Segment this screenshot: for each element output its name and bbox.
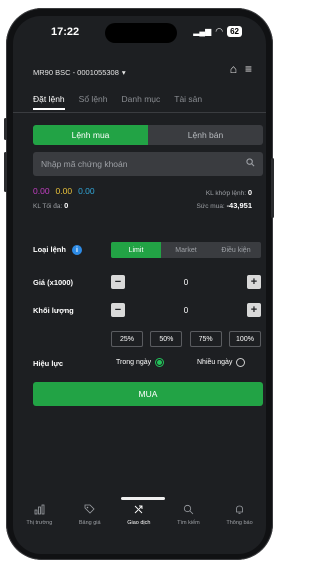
percent-25-button[interactable]: 25% (111, 331, 143, 347)
order-type-conditional[interactable]: Điều kiện (211, 242, 261, 258)
matched-volume-value: 0 (247, 188, 252, 197)
ceiling-price: 0.00 (33, 186, 50, 196)
search-icon (183, 504, 194, 515)
status-time: 17:22 (51, 26, 80, 38)
radio-unselected-icon[interactable] (236, 358, 246, 367)
tab-order-book[interactable]: Sổ lệnh (79, 94, 108, 110)
order-tabs: Đặt lệnh Sổ lệnh Danh mục Tài sản (33, 94, 202, 110)
info-icon[interactable]: i (72, 245, 83, 256)
trade-icon (135, 505, 143, 514)
buying-power: Sức mua: -43,951 (197, 201, 252, 210)
app-screen: 17:22 ▂▄▆ ◠ 62 MR90 BSC - 0001055308 ▾ ⌂… (13, 16, 266, 554)
volume-decrease-button[interactable]: − (111, 303, 125, 317)
max-volume-value: 0 (64, 201, 69, 210)
volume-value[interactable]: 0 (184, 306, 188, 315)
price-decrease-button[interactable]: − (111, 275, 125, 289)
buy-sell-toggle: Lệnh mua Lệnh bán (33, 125, 263, 145)
volume-stepper: − 0 + (111, 303, 261, 317)
nav-search-label: Tìm kiếm (177, 520, 200, 526)
buying-power-value: -43,951 (226, 201, 252, 210)
bottom-nav: Thị trường Bảng giá Giao dịch Tìm kiếm T… (13, 504, 266, 526)
tag-icon (84, 504, 95, 514)
phone-side-button (4, 118, 7, 140)
percent-50-button[interactable]: 50% (150, 331, 183, 347)
price-summary: 0.00 0.00 0.00 (33, 186, 95, 196)
max-volume: KL Tối đa: 0 (33, 201, 68, 210)
order-type-market[interactable]: Market (161, 242, 211, 258)
order-type-limit[interactable]: Limit (111, 242, 161, 258)
nav-market-label: Thị trường (26, 520, 53, 526)
phone-side-button (271, 158, 274, 218)
tab-assets[interactable]: Tài sản (174, 94, 202, 110)
menu-icon[interactable]: ≡ (245, 62, 252, 76)
status-bar: 17:22 ▂▄▆ ◠ 62 (13, 16, 266, 44)
buy-order-toggle[interactable]: Lệnh mua (33, 125, 148, 145)
nav-price-board-label: Bảng giá (78, 520, 101, 526)
signal-icon: ▂▄▆ (193, 27, 212, 36)
price-increase-button[interactable]: + (246, 275, 261, 289)
account-label: MR90 BSC - 0001055308 (33, 68, 119, 77)
validity-multiday-option[interactable]: Nhiều ngày (197, 358, 246, 367)
price-value[interactable]: 0 (184, 278, 188, 287)
price-stepper: − 0 + (111, 275, 261, 289)
percent-75-button[interactable]: 75% (189, 331, 222, 347)
percent-100-button[interactable]: 100% (228, 331, 261, 347)
volume-increase-button[interactable]: + (246, 303, 261, 317)
symbol-search-input[interactable]: Nhập mã chứng khoán (33, 152, 263, 176)
tab-place-order[interactable]: Đặt lệnh (33, 94, 65, 110)
validity-intraday-label: Trong ngày (116, 359, 152, 366)
floor-price: 0.00 (78, 186, 95, 196)
order-type-selector: Limit Market Điều kiện (111, 242, 261, 258)
order-type-label: Loại lệnh i (33, 245, 83, 256)
chart-icon (34, 504, 45, 515)
buying-power-label: Sức mua: (196, 203, 225, 210)
validity-intraday-option[interactable]: Trong ngày (116, 358, 165, 367)
nav-search[interactable]: Tìm kiếm (177, 504, 200, 526)
max-volume-label: KL Tối đa: (33, 203, 63, 210)
nav-notifications-label: Thông báo (226, 520, 253, 526)
chevron-down-icon: ▾ (121, 68, 126, 77)
nav-trading[interactable]: Giao dịch (127, 504, 150, 526)
search-placeholder: Nhập mã chứng khoán (41, 159, 128, 169)
tab-indicator (121, 497, 165, 500)
price-label: Giá (x1000) (33, 278, 74, 287)
radio-selected-icon[interactable] (155, 358, 165, 367)
nav-market[interactable]: Thị trường (26, 504, 52, 526)
wallet-icon[interactable]: ⌂ (230, 62, 237, 76)
validity-label: Hiệu lực (33, 359, 64, 368)
nav-notifications[interactable]: Thông báo (226, 504, 253, 526)
nav-trading-label: Giao dịch (127, 520, 151, 526)
matched-volume-label: KL khớp lệnh: (205, 190, 247, 197)
dynamic-island (105, 23, 177, 43)
tab-portfolio[interactable]: Danh mục (122, 94, 161, 110)
sell-order-toggle[interactable]: Lệnh bán (148, 125, 263, 145)
bell-icon (236, 505, 243, 514)
validity-multiday-label: Nhiều ngày (197, 359, 233, 366)
nav-price-board[interactable]: Bảng giá (79, 504, 101, 526)
battery-icon: 62 (227, 26, 242, 37)
divider (13, 112, 266, 113)
percent-buttons: 25% 50% 75% 100% (111, 331, 261, 347)
account-selector[interactable]: MR90 BSC - 0001055308 ▾ (33, 68, 126, 77)
search-icon (246, 158, 255, 167)
submit-buy-button[interactable]: MUA (33, 382, 263, 406)
phone-side-button (4, 152, 7, 192)
order-type-text: Loại lệnh (33, 245, 66, 254)
matched-volume: KL khớp lệnh: 0 (206, 188, 252, 197)
wifi-icon: ◠ (215, 26, 224, 36)
reference-price: 0.00 (55, 186, 73, 196)
volume-label: Khối lượng (33, 306, 74, 315)
